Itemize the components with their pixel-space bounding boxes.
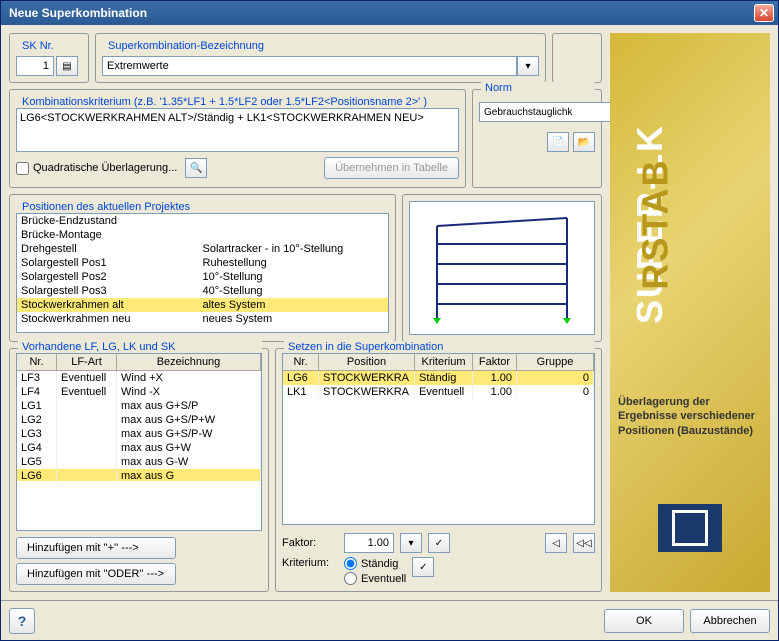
faktor-dropdown[interactable]: ▾	[400, 533, 422, 553]
setzen-row[interactable]: LG6STOCKWERKRAStändig1.000	[283, 371, 594, 385]
uebernehmen-button[interactable]: Übernehmen in Tabelle	[324, 157, 459, 179]
remove-all-button[interactable]: ◁◁	[573, 533, 595, 553]
close-button[interactable]: ✕	[754, 4, 774, 22]
setzen-row[interactable]: LK1STOCKWERKRAEventuell1.000	[283, 385, 594, 399]
sk-bez-input[interactable]	[102, 56, 517, 76]
pos-row[interactable]: Brücke-Endzustand	[17, 214, 388, 228]
quad-checkbox[interactable]	[16, 162, 29, 175]
faktor-label: Faktor:	[282, 537, 338, 549]
kriterium-label: Kriterium:	[282, 557, 338, 569]
setzen-th-faktor[interactable]: Faktor	[473, 354, 517, 370]
sk-bez-label: Superkombination-Bezeichnung	[104, 40, 268, 52]
pos-row[interactable]: Stockwerkrahmen altaltes System	[17, 298, 388, 312]
norm-label: Norm	[481, 82, 595, 94]
norm-open-icon[interactable]: 📂	[573, 132, 595, 152]
help-button[interactable]: ?	[9, 608, 35, 634]
setzen-th-pos[interactable]: Position	[319, 354, 415, 370]
banner-logo-icon	[658, 504, 722, 552]
norm-select[interactable]	[479, 102, 621, 122]
faktor-apply-button[interactable]: ✓	[428, 533, 450, 553]
window-title: Neue Superkombination	[5, 6, 754, 20]
faktor-input[interactable]	[344, 533, 394, 553]
pos-row[interactable]: Brücke-Montage	[17, 228, 388, 242]
banner: SUPER-LK RSTAB Überlagerung der Ergebnis…	[610, 33, 770, 592]
pos-row[interactable]: Solargestell Pos1Ruhestellung	[17, 256, 388, 270]
add-oder-button[interactable]: Hinzufügen mit ''ODER'' --->	[16, 563, 176, 585]
search-icon-button[interactable]: 🔍	[185, 158, 207, 178]
pos-row[interactable]: Solargestell Pos210°-Stellung	[17, 270, 388, 284]
lf-row[interactable]: LG2max aus G+S/P+W	[17, 413, 261, 427]
sk-nr-picker-button[interactable]: ▤	[56, 56, 78, 76]
pos-row[interactable]: Solargestell Pos340°-Stellung	[17, 284, 388, 298]
banner-title2: RSTAB	[635, 158, 677, 289]
titlebar: Neue Superkombination ✕	[1, 1, 778, 25]
setzen-table-body[interactable]: LG6STOCKWERKRAStändig1.000LK1STOCKWERKRA…	[283, 371, 594, 461]
sk-nr-input[interactable]	[16, 56, 54, 76]
lf-th-bez[interactable]: Bezeichnung	[117, 354, 261, 370]
lf-row[interactable]: LG4max aus G+W	[17, 441, 261, 455]
setzen-th-nr[interactable]: Nr.	[283, 354, 319, 370]
radio-eventuell[interactable]	[344, 572, 357, 585]
lf-th-art[interactable]: LF-Art	[57, 354, 117, 370]
radio-eventuell-row[interactable]: Eventuell	[344, 572, 406, 585]
krit-label: Kombinationskriterium (z.B. '1.35*LF1 + …	[18, 96, 431, 108]
lf-th-nr[interactable]: Nr.	[17, 354, 57, 370]
pos-label: Positionen des aktuellen Projektes	[18, 201, 194, 213]
structure-preview	[409, 201, 595, 335]
quad-label: Quadratische Überlagerung...	[33, 162, 177, 174]
pos-row[interactable]: Stockwerkrahmen neuneues System	[17, 312, 388, 326]
lf-row[interactable]: LG1max aus G+S/P	[17, 399, 261, 413]
setzen-label: Setzen in die Superkombination	[284, 341, 595, 353]
setzen-th-krit[interactable]: Kriterium	[415, 354, 473, 370]
remove-button[interactable]: ◁	[545, 533, 567, 553]
cancel-button[interactable]: Abbrechen	[690, 609, 770, 633]
radio-staendig[interactable]	[344, 557, 357, 570]
kriterium-apply-button[interactable]: ✓	[412, 557, 434, 577]
pos-list[interactable]: Brücke-EndzustandBrücke-MontageDrehgeste…	[16, 213, 389, 333]
setzen-th-gruppe[interactable]: Gruppe	[517, 354, 594, 370]
lf-row[interactable]: LF4EventuellWind -X	[17, 385, 261, 399]
add-plus-button[interactable]: Hinzufügen mit ''+'' --->	[16, 537, 176, 559]
lf-row[interactable]: LG6max aus G	[17, 469, 261, 481]
ok-button[interactable]: OK	[604, 609, 684, 633]
quad-checkbox-row[interactable]: Quadratische Überlagerung...	[16, 162, 177, 175]
lf-label: Vorhandene LF, LG, LK und SK	[18, 341, 262, 353]
krit-textarea[interactable]: LG6<STOCKWERKRAHMEN ALT>/Ständig + LK1<S…	[16, 108, 459, 152]
lf-table-body[interactable]: LF3EventuellWind +XLF4EventuellWind -XLG…	[17, 371, 261, 481]
pos-row[interactable]: DrehgestellSolartracker - in 10°-Stellun…	[17, 242, 388, 256]
sk-bez-dropdown-button[interactable]: ▾	[517, 56, 539, 76]
lf-row[interactable]: LG5max aus G-W	[17, 455, 261, 469]
norm-new-icon[interactable]: 📄	[547, 132, 569, 152]
lf-row[interactable]: LG3max aus G+S/P-W	[17, 427, 261, 441]
lf-row[interactable]: LF3EventuellWind +X	[17, 371, 261, 385]
sk-nr-label: SK Nr.	[18, 40, 58, 52]
banner-text: Überlagerung der Ergebnisse verschiedene…	[618, 395, 762, 438]
radio-staendig-row[interactable]: Ständig	[344, 557, 406, 570]
